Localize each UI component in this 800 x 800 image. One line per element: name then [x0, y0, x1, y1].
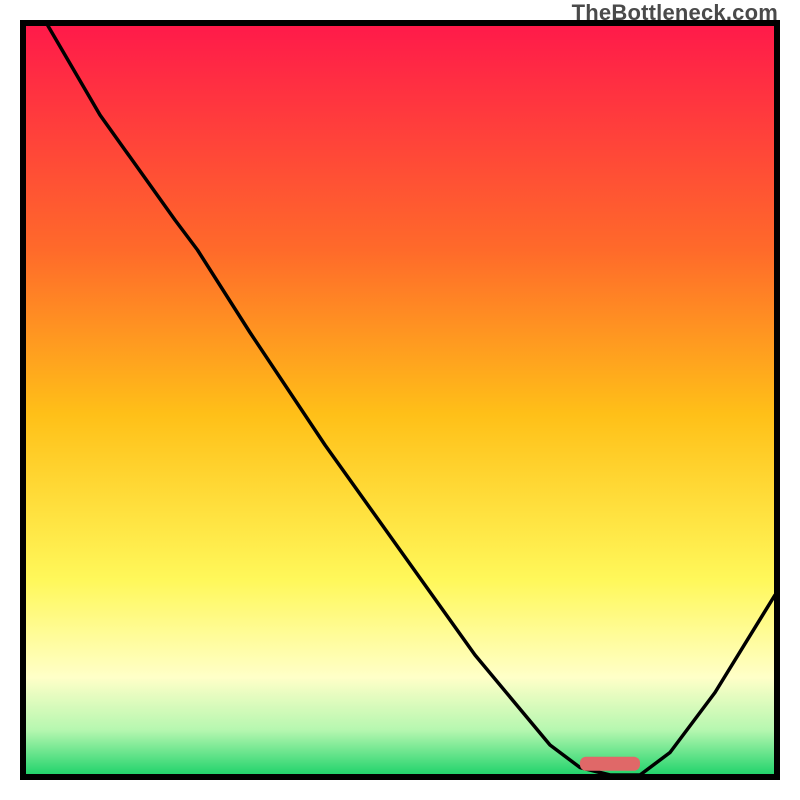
chart-frame	[20, 20, 780, 780]
gradient-background	[25, 25, 775, 775]
optimal-marker	[580, 757, 640, 771]
bottleneck-chart	[20, 20, 780, 780]
